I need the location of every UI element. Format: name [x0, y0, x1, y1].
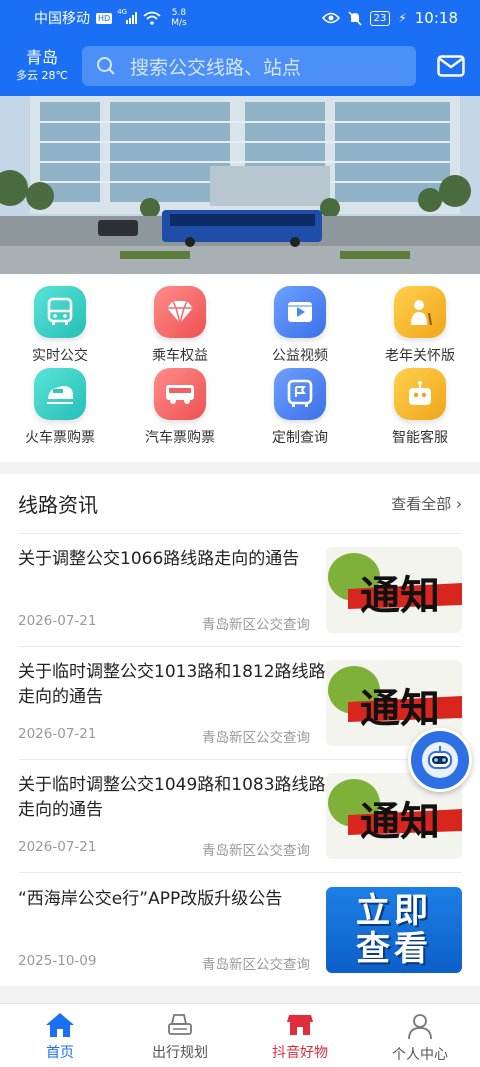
svg-text:通知: 通知 [360, 686, 440, 732]
mail-icon [437, 55, 465, 77]
section-title: 线路资讯 [18, 493, 98, 517]
robot-assistant-icon [422, 742, 458, 778]
service-label: 定制查询 [272, 430, 328, 446]
news-item[interactable]: 关于临时调整公交1013路和1812路线路走向的通告 2026-07-21 青岛… [18, 647, 462, 760]
news-headline: 关于临时调整公交1013路和1812路线路走向的通告 [18, 662, 326, 707]
news-headline: 关于调整公交1066路线路走向的通告 [18, 549, 300, 569]
signal-icon: 4G [117, 8, 138, 24]
svg-text:通知: 通知 [360, 573, 440, 619]
service-custom-query[interactable]: 定制查询 [240, 366, 360, 462]
service-ride-benefits[interactable]: 乘车权益 [120, 274, 240, 366]
view-all-link[interactable]: 查看全部 › [391, 493, 462, 514]
train-icon [34, 368, 86, 420]
robot-icon [394, 368, 446, 420]
shop-icon [287, 1015, 313, 1035]
charging-icon: ⚡ [398, 11, 407, 25]
service-train-ticket[interactable]: 火车票购票 [0, 366, 120, 462]
news-date: 2025-10-09 [18, 952, 97, 969]
diamond-icon [154, 286, 206, 338]
weather-text: 多云 28℃ [16, 69, 68, 82]
news-source: 青岛新区公交查询 [202, 730, 310, 746]
service-smart-support[interactable]: 智能客服 [360, 366, 480, 462]
home-icon [46, 1013, 74, 1037]
tab-home[interactable]: 首页 [0, 1004, 120, 1067]
search-placeholder: 搜索公交线路、站点 [130, 56, 302, 79]
person-icon [408, 1014, 432, 1040]
news-date: 2026-07-21 [18, 839, 97, 855]
chevron-right-icon: › [456, 495, 462, 513]
banner-image[interactable] [0, 96, 480, 274]
news-headline: “西海岸公交e行”APP改版升级公告 [18, 888, 283, 909]
news-item[interactable]: “西海岸公交e行”APP改版升级公告 2025-10-09 青岛新区公交查询 立… [18, 873, 462, 986]
news-item[interactable]: 关于临时调整公交1049路和1083路线路走向的通告 2026-07-21 青岛… [18, 760, 462, 873]
carrier-name: 中国移动 [34, 11, 90, 27]
route-news-section: 线路资讯 查看全部 › 关于调整公交1066路线路走向的通告 2026-07-2… [0, 474, 480, 986]
route-plan-icon [168, 1014, 192, 1035]
service-coach-ticket[interactable]: 汽车票购票 [120, 366, 240, 462]
tab-label: 首页 [46, 1045, 74, 1061]
news-date: 2026-07-21 [18, 726, 97, 742]
news-header: 线路资讯 查看全部 › [18, 474, 462, 534]
tab-label: 个人中心 [392, 1047, 448, 1063]
video-icon [274, 286, 326, 338]
bus-icon [34, 286, 86, 338]
city-name: 青岛 [25, 48, 58, 67]
network-speed: 5.8 M/s [171, 8, 187, 28]
tab-profile[interactable]: 个人中心 [360, 1004, 480, 1067]
service-label: 火车票购票 [25, 430, 95, 446]
news-headline: 关于临时调整公交1049路和1083路线路走向的通告 [18, 775, 326, 820]
wifi-icon [143, 11, 161, 25]
elder-icon [394, 286, 446, 338]
news-item[interactable]: 关于调整公交1066路线路走向的通告 2026-07-21 青岛新区公交查询 通… [18, 534, 462, 647]
service-label: 乘车权益 [152, 348, 208, 364]
service-public-video[interactable]: 公益视频 [240, 274, 360, 366]
tab-douyin-goods[interactable]: 抖音好物 [240, 1004, 360, 1067]
service-label: 汽车票购票 [145, 430, 215, 446]
status-bar: 中国移动 HD 4G 5.8 M/s 23 ⚡ 10:18 [0, 0, 480, 36]
city-selector[interactable]: 青岛 多云 28℃ [12, 48, 72, 84]
tab-trip-planning[interactable]: 出行规划 [120, 1004, 240, 1067]
message-button[interactable] [436, 51, 466, 81]
coach-icon [154, 368, 206, 420]
service-label: 公益视频 [272, 348, 328, 364]
service-label: 智能客服 [392, 430, 448, 446]
battery-icon: 23 [369, 10, 391, 26]
search-icon [97, 57, 115, 75]
service-elder-mode[interactable]: 老年关怀版 [360, 274, 480, 366]
view-now-thumbnail: 立即查看 [326, 886, 462, 973]
news-date: 2026-07-21 [18, 613, 97, 629]
svg-text:通知: 通知 [360, 799, 440, 845]
news-source: 青岛新区公交查询 [202, 617, 310, 633]
bottom-navigation: 首页 出行规划 抖音好物 个人中心 [0, 1003, 480, 1067]
service-grid: 实时公交 乘车权益 公益视频 老年关怀版 火车票购票 汽车票购票 定制查询 智能… [0, 274, 480, 462]
search-input[interactable]: 搜索公交线路、站点 [82, 46, 416, 86]
tab-label: 出行规划 [152, 1045, 208, 1061]
custom-bus-icon [274, 368, 326, 420]
news-source: 青岛新区公交查询 [202, 843, 310, 859]
news-source: 青岛新区公交查询 [202, 956, 310, 973]
tab-label: 抖音好物 [272, 1045, 328, 1061]
view-now-text: 立即查看 [356, 890, 432, 969]
mute-bell-icon [348, 10, 362, 26]
top-header: 青岛 多云 28℃ 搜索公交线路、站点 [0, 36, 480, 96]
eye-icon [321, 12, 340, 24]
hd-badge: HD [96, 12, 113, 24]
banner-building-scene [0, 96, 480, 274]
network-type: 4G [117, 8, 128, 16]
service-label: 老年关怀版 [385, 348, 455, 364]
service-realtime-bus[interactable]: 实时公交 [0, 274, 120, 366]
clock: 10:18 [414, 9, 458, 27]
notice-thumbnail: 通知 [326, 547, 462, 633]
service-label: 实时公交 [32, 348, 88, 364]
assistant-float-button[interactable] [408, 728, 472, 792]
